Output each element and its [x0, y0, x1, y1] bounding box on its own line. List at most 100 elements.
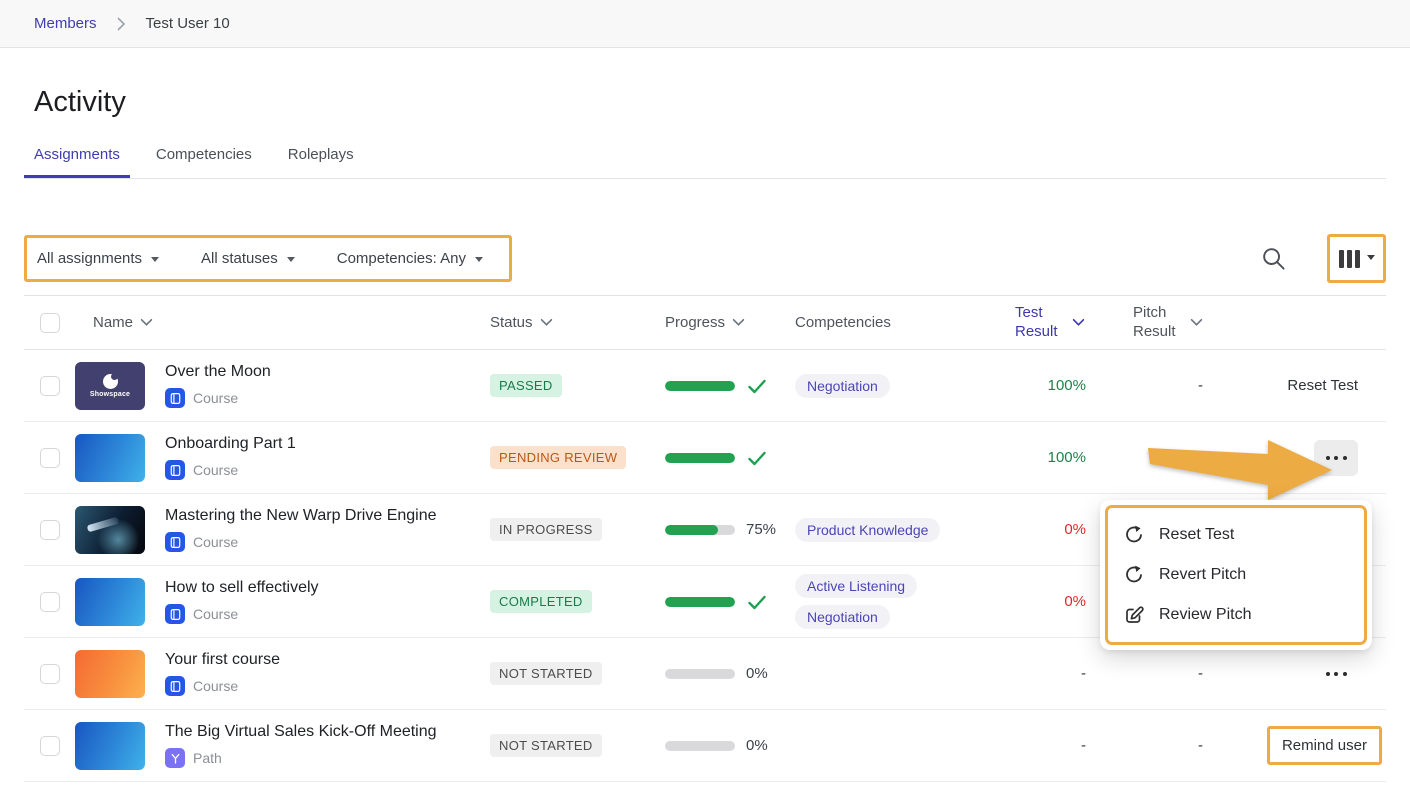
competencies-filter-label: Competencies: Any: [337, 250, 466, 267]
course-thumbnail: [75, 434, 145, 482]
column-header-test-result[interactable]: Test Result: [965, 304, 1090, 342]
progress-indicator: 75%: [665, 521, 795, 538]
caret-down-icon: [475, 257, 483, 266]
course-thumbnail: [75, 506, 145, 554]
menu-item-reset-test[interactable]: Reset Test: [1108, 515, 1364, 555]
sort-chevron-icon: [540, 318, 553, 327]
course-thumbnail: [75, 578, 145, 626]
breadcrumb-current-page: Test User 10: [146, 15, 230, 32]
status-badge: PASSED: [490, 374, 562, 397]
course-name[interactable]: How to sell effectively: [165, 579, 319, 597]
progress-indicator: [665, 447, 795, 469]
competencies-filter-dropdown[interactable]: Competencies: Any: [337, 250, 483, 267]
statuses-filter-dropdown[interactable]: All statuses: [201, 250, 295, 267]
assignments-filter-label: All assignments: [37, 250, 142, 267]
progress-indicator: 0%: [665, 665, 795, 682]
sort-chevron-icon: [1072, 318, 1085, 327]
table-row: Showspace Over the Moon Course PASSED: [24, 350, 1386, 422]
row-checkbox[interactable]: [40, 448, 60, 468]
column-header-name[interactable]: Name: [75, 314, 490, 331]
check-icon: [746, 447, 768, 469]
sort-chevron-icon: [140, 318, 153, 327]
course-type-icon: [165, 676, 185, 696]
competency-tag: Active Listening: [795, 574, 917, 598]
course-name[interactable]: Mastering the New Warp Drive Engine: [165, 507, 437, 525]
course-name[interactable]: Onboarding Part 1: [165, 435, 296, 453]
menu-item-review-pitch[interactable]: Review Pitch: [1108, 595, 1364, 635]
status-badge: IN PROGRESS: [490, 518, 602, 541]
status-badge: PENDING REVIEW: [490, 446, 626, 469]
status-badge: COMPLETED: [490, 590, 592, 613]
course-type-icon: [165, 532, 185, 552]
test-result-value: 0%: [1064, 521, 1086, 538]
column-header-pitch-result[interactable]: Pitch Result: [1090, 304, 1215, 342]
competency-tag: Negotiation: [795, 374, 890, 398]
page-title: Activity: [34, 86, 1386, 119]
annotation-arrow: [1148, 437, 1334, 501]
context-menu: Reset Test Revert Pitch Review Pitch: [1100, 500, 1372, 650]
search-icon: [1260, 245, 1287, 272]
menu-item-revert-pitch[interactable]: Revert Pitch: [1108, 555, 1364, 595]
breadcrumb-members-link[interactable]: Members: [34, 15, 97, 32]
course-thumbnail: [75, 650, 145, 698]
course-type-icon: [165, 460, 185, 480]
search-button[interactable]: [1260, 245, 1287, 272]
check-icon: [746, 591, 768, 613]
row-checkbox[interactable]: [40, 664, 60, 684]
course-name[interactable]: The Big Virtual Sales Kick-Off Meeting: [165, 723, 437, 741]
competency-tag: Product Knowledge: [795, 518, 940, 542]
row-checkbox[interactable]: [40, 376, 60, 396]
caret-down-icon: [151, 257, 159, 266]
course-type-icon: [165, 388, 185, 408]
columns-settings-button[interactable]: [1327, 234, 1386, 283]
edit-icon: [1124, 605, 1144, 625]
tab-competencies[interactable]: Competencies: [146, 146, 262, 178]
course-name[interactable]: Over the Moon: [165, 363, 271, 381]
column-header-status[interactable]: Status: [490, 314, 665, 331]
row-checkbox[interactable]: [40, 520, 60, 540]
course-thumbnail: [75, 722, 145, 770]
row-actions-menu-button[interactable]: [1314, 656, 1358, 692]
test-result-value: -: [1081, 665, 1086, 682]
test-result-value: 100%: [1048, 449, 1086, 466]
path-type-icon: [165, 748, 185, 768]
select-all-checkbox[interactable]: [40, 313, 60, 333]
check-icon: [746, 375, 768, 397]
breadcrumb-bar: Members Test User 10: [0, 0, 1410, 48]
caret-down-icon: [1367, 255, 1375, 264]
course-thumbnail: Showspace: [75, 362, 145, 410]
progress-indicator: [665, 375, 795, 397]
column-header-progress[interactable]: Progress: [665, 314, 795, 331]
column-header-competencies: Competencies: [795, 314, 965, 331]
status-badge: NOT STARTED: [490, 734, 602, 757]
columns-icon: [1339, 250, 1344, 268]
caret-down-icon: [287, 257, 295, 266]
assignments-filter-dropdown[interactable]: All assignments: [37, 250, 159, 267]
test-result-value: 0%: [1064, 593, 1086, 610]
sort-chevron-icon: [1190, 318, 1203, 327]
moon-logo-icon: [103, 374, 118, 389]
table-row: The Big Virtual Sales Kick-Off Meeting P…: [24, 710, 1386, 782]
test-result-value: -: [1081, 737, 1086, 754]
statuses-filter-label: All statuses: [201, 250, 278, 267]
pitch-result-value: -: [1198, 737, 1203, 754]
progress-percent: 0%: [746, 737, 768, 754]
progress-percent: 0%: [746, 665, 768, 682]
pitch-result-value: -: [1198, 665, 1203, 682]
reset-test-action[interactable]: Reset Test: [1287, 377, 1358, 394]
pitch-result-value: -: [1198, 377, 1203, 394]
context-menu-highlight-box: Reset Test Revert Pitch Review Pitch: [1105, 505, 1367, 645]
tab-roleplays[interactable]: Roleplays: [278, 146, 364, 178]
activity-tabs: Assignments Competencies Roleplays: [24, 146, 1386, 179]
reset-icon: [1124, 525, 1144, 545]
course-name[interactable]: Your first course: [165, 651, 280, 669]
row-checkbox[interactable]: [40, 592, 60, 612]
tab-assignments[interactable]: Assignments: [24, 146, 130, 178]
row-checkbox[interactable]: [40, 736, 60, 756]
status-badge: NOT STARTED: [490, 662, 602, 685]
remind-user-button[interactable]: Remind user: [1267, 726, 1382, 765]
table-header-row: Name Status Progress Competencies Test R…: [24, 295, 1386, 350]
competency-tag: Negotiation: [795, 605, 890, 629]
filters-highlight-box: All assignments All statuses Competencie…: [24, 235, 512, 282]
course-type-icon: [165, 604, 185, 624]
